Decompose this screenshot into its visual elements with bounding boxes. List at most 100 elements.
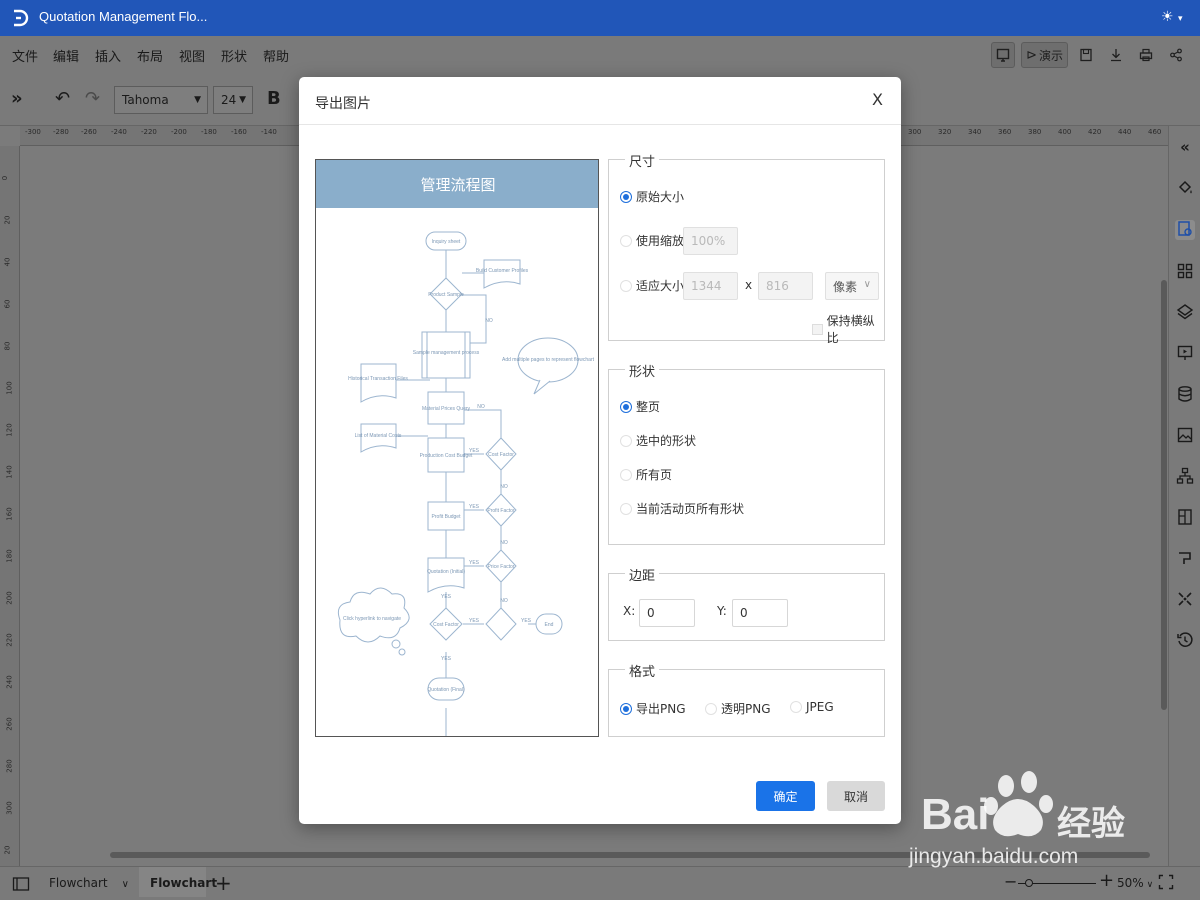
preview-node: Historical Transaction Files [348, 376, 408, 382]
height-input[interactable]: 816 [758, 272, 813, 300]
close-icon[interactable]: X [872, 90, 883, 109]
ruler-tick: 440 [1118, 128, 1132, 136]
present-label: 演示 [1038, 48, 1063, 63]
margin-x-input[interactable]: 0 [639, 599, 695, 627]
format-jpeg-radio[interactable]: JPEG [790, 700, 834, 714]
ruler-tick: -200 [171, 128, 187, 136]
radio-checked [620, 400, 632, 413]
ruler-tick: 80 [3, 341, 12, 351]
print-button[interactable] [1134, 42, 1158, 68]
vertical-scrollbar[interactable] [1161, 280, 1167, 710]
ruler-tick: 400 [1058, 128, 1072, 136]
fullscreen-icon[interactable] [1158, 874, 1174, 890]
format-png-radio[interactable]: 导出PNG [620, 700, 686, 717]
zoom-out-icon[interactable]: − [1004, 872, 1017, 891]
shape-current-page-radio[interactable]: 当前活动页所有形状 [620, 500, 744, 517]
present-mode-button[interactable] [991, 42, 1016, 68]
menu-file[interactable]: 文件 [12, 46, 38, 65]
add-page-icon[interactable]: + [215, 871, 232, 895]
expand-panel-icon[interactable]: » [11, 88, 23, 109]
share-button[interactable] [1164, 42, 1188, 68]
radio-label: 选中的形状 [636, 434, 697, 448]
page-layout-icon[interactable] [12, 876, 30, 892]
connector-icon[interactable] [1175, 549, 1195, 569]
font-size-select[interactable]: 24 ▼ [213, 86, 253, 114]
download-button[interactable] [1104, 42, 1128, 68]
menu-bar: 文件 编辑 插入 布局 视图 形状 帮助 ⊳ 演示 [0, 36, 1200, 74]
structure-icon[interactable] [1175, 508, 1195, 528]
preview-node: Quotation (Final) [427, 687, 465, 693]
shape-whole-page-radio[interactable]: 整页 [620, 398, 660, 415]
menu-help[interactable]: 帮助 [263, 46, 289, 65]
radio-label: JPEG [806, 700, 834, 714]
present-button[interactable]: ⊳ 演示 [1021, 42, 1068, 68]
preview-node: List of Material Costs [355, 433, 402, 439]
width-input[interactable]: 1344 [683, 272, 738, 300]
preview-node: Add multiple pages to represent flowchar… [502, 357, 595, 363]
baidu-jingyan-watermark: Bai 经验 jingyan.baidu.com [905, 770, 1195, 870]
cancel-button[interactable]: 取消 [827, 781, 885, 811]
undo-icon[interactable]: ↶ [55, 88, 70, 109]
menu-edit[interactable]: 编辑 [53, 46, 79, 65]
watermark-brand-cn: 经验 [1057, 804, 1125, 844]
database-icon[interactable] [1175, 385, 1195, 405]
preview-node: End [545, 622, 554, 628]
ruler-tick: 300 [5, 801, 14, 815]
save-button[interactable] [1074, 42, 1098, 68]
org-chart-icon[interactable] [1175, 467, 1195, 487]
preview-node: Price Factor [488, 564, 515, 570]
zoom-slider-thumb[interactable] [1025, 879, 1033, 887]
margin-group: 边距 X: 0 Y: 0 [608, 565, 885, 641]
font-family-select[interactable]: Tahoma ▼ [114, 86, 208, 114]
expand-arrows-icon[interactable] [1175, 590, 1195, 610]
scale-input[interactable]: 100% [683, 227, 738, 255]
radio-unchecked [620, 234, 632, 247]
page-select[interactable]: Flowchart ∨ [49, 876, 129, 890]
preview-title: 管理流程图 [420, 176, 496, 194]
chevron-down-icon: ▾ [1178, 14, 1183, 24]
size-legend: 尺寸 [625, 151, 660, 170]
font-family-value: Tahoma [122, 93, 169, 107]
menu-layout[interactable]: 布局 [137, 46, 163, 65]
size-original-radio[interactable]: 原始大小 [620, 188, 684, 205]
page-settings-icon[interactable] [1175, 220, 1195, 240]
zoom-in-icon[interactable]: + [1099, 870, 1114, 891]
menu-insert[interactable]: 插入 [95, 46, 121, 65]
preview-node: Material Prices Query [422, 406, 471, 412]
bold-button[interactable]: B [267, 88, 281, 109]
fill-bucket-icon[interactable] [1175, 179, 1195, 199]
menu-view[interactable]: 视图 [179, 46, 205, 65]
unit-select[interactable]: 像素 ∨ [825, 272, 879, 300]
redo-icon[interactable]: ↷ [85, 88, 100, 109]
size-fit-radio[interactable]: 适应大小 [620, 277, 684, 294]
ruler-tick: -280 [53, 128, 69, 136]
ruler-tick: 380 [1028, 128, 1042, 136]
shape-selected-radio[interactable]: 选中的形状 [620, 432, 696, 449]
preview-node: Sample management process [413, 350, 480, 356]
ruler-tick: 320 [938, 128, 952, 136]
confirm-button[interactable]: 确定 [756, 781, 815, 811]
margin-y-input[interactable]: 0 [732, 599, 788, 627]
font-size-value: 24 [221, 93, 237, 107]
ruler-tick: 460 [1148, 128, 1162, 136]
ruler-tick: 260 [5, 717, 14, 731]
grid-apps-icon[interactable] [1175, 262, 1195, 282]
collapse-panel-icon[interactable]: « [1175, 138, 1195, 158]
preview-label-no: NO [477, 404, 485, 410]
keep-ratio-checkbox[interactable]: 保持横纵比 [812, 312, 884, 346]
menu-shape[interactable]: 形状 [221, 46, 247, 65]
size-scale-radio[interactable]: 使用缩放 [620, 232, 684, 249]
layers-icon[interactable] [1175, 303, 1195, 323]
theme-toggle[interactable]: ☀ ▾ [1161, 9, 1183, 25]
history-icon[interactable] [1175, 631, 1195, 651]
top-right-tools: ⊳ 演示 [991, 41, 1188, 69]
zoom-level[interactable]: 50% ∨ [1117, 876, 1153, 890]
presentation-icon[interactable] [1175, 344, 1195, 364]
share-icon [1170, 48, 1182, 62]
preview-label-no: NO [500, 540, 508, 546]
printer-icon [1139, 48, 1153, 62]
shape-all-pages-radio[interactable]: 所有页 [620, 466, 672, 483]
format-transparent-png-radio[interactable]: 透明PNG [705, 700, 771, 717]
ruler-tick: 360 [998, 128, 1012, 136]
image-icon[interactable] [1175, 426, 1195, 446]
